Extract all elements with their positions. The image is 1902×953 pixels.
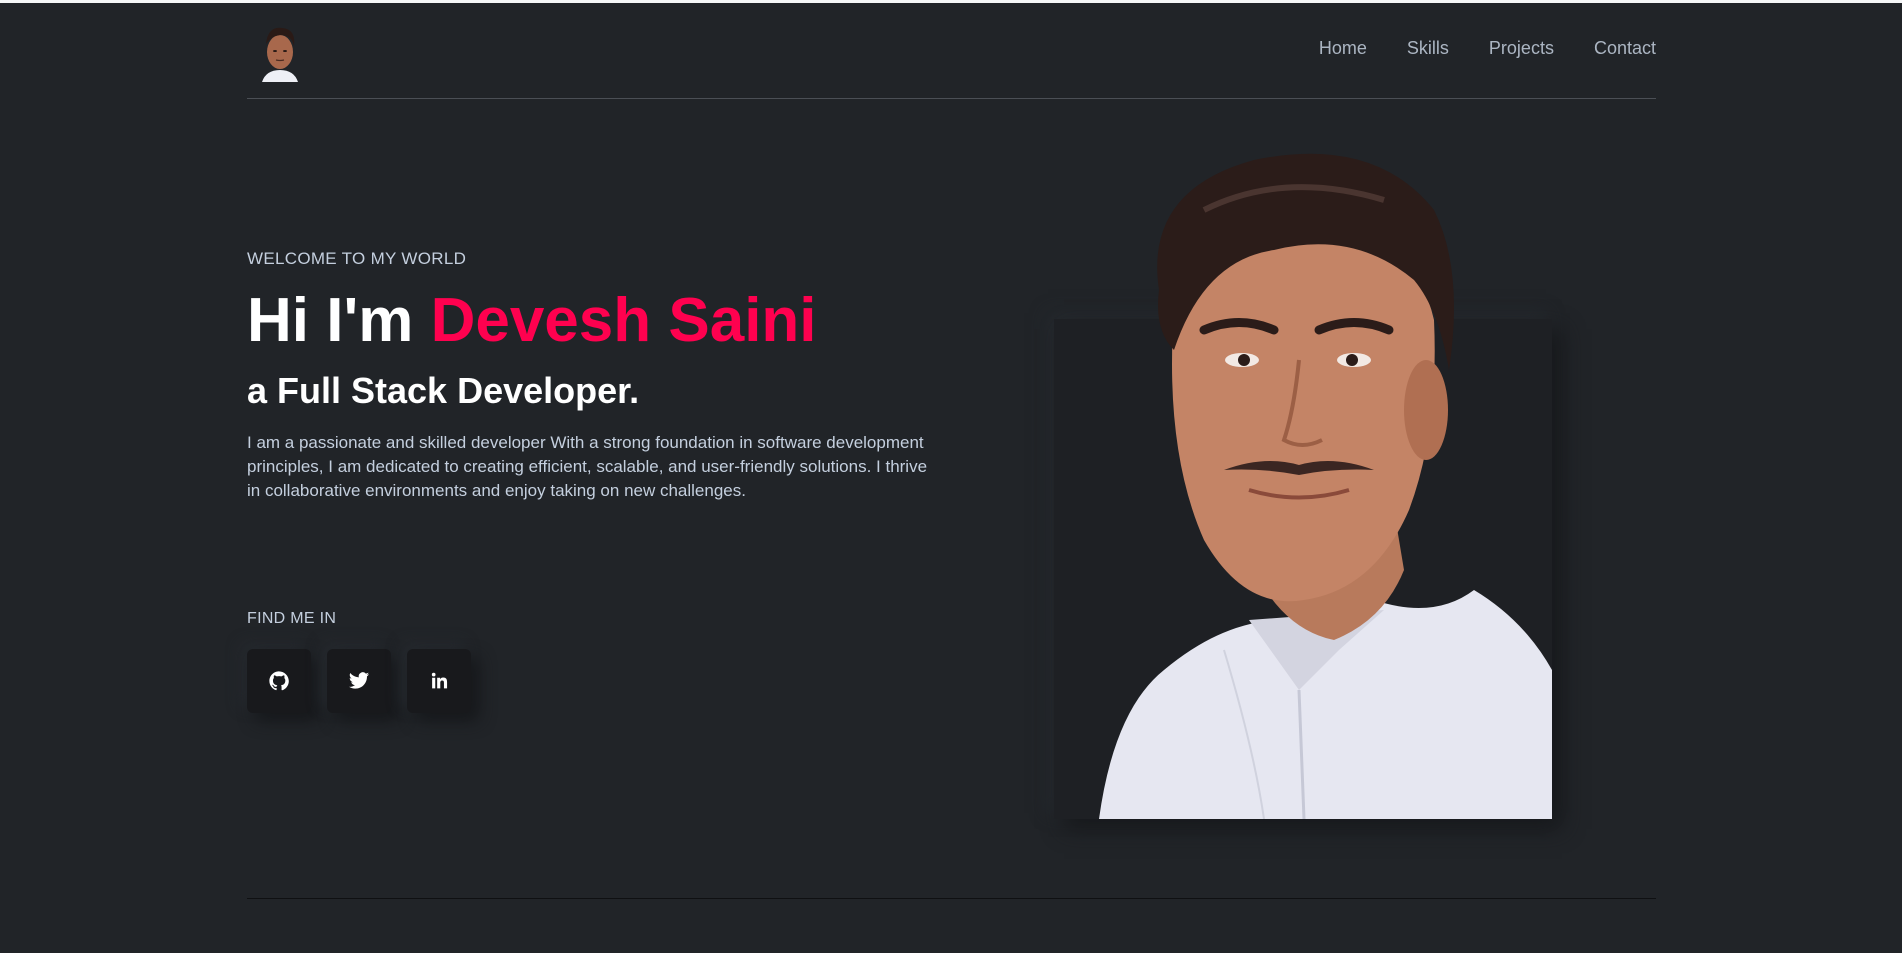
nav-projects[interactable]: Projects [1489,38,1554,59]
nav-contact[interactable]: Contact [1594,38,1656,59]
github-button[interactable] [247,649,311,713]
twitter-button[interactable] [327,649,391,713]
linkedin-button[interactable] [407,649,471,713]
hero-title: Hi I'm Devesh Saini [247,285,817,356]
github-icon [269,671,289,691]
hero-name: Devesh Saini [430,286,817,355]
hero-title-prefix: Hi I'm [247,286,431,355]
linkedin-icon [431,672,448,689]
find-me-label: FIND ME IN [247,610,337,627]
main-nav: Home Skills Projects Contact [1319,38,1656,59]
site-header: Home Skills Projects Contact [247,0,1656,99]
logo-avatar[interactable] [256,20,304,82]
welcome-text: WELCOME TO MY WORLD [247,249,467,268]
social-links [247,649,471,713]
section-divider [247,898,1656,899]
nav-skills[interactable]: Skills [1407,38,1449,59]
hero-description: I am a passionate and skilled developer … [247,433,928,500]
nav-home[interactable]: Home [1319,38,1367,59]
profile-photo [1054,150,1552,819]
hero-subtitle: a Full Stack Developer. [247,370,640,411]
twitter-icon [348,672,370,689]
